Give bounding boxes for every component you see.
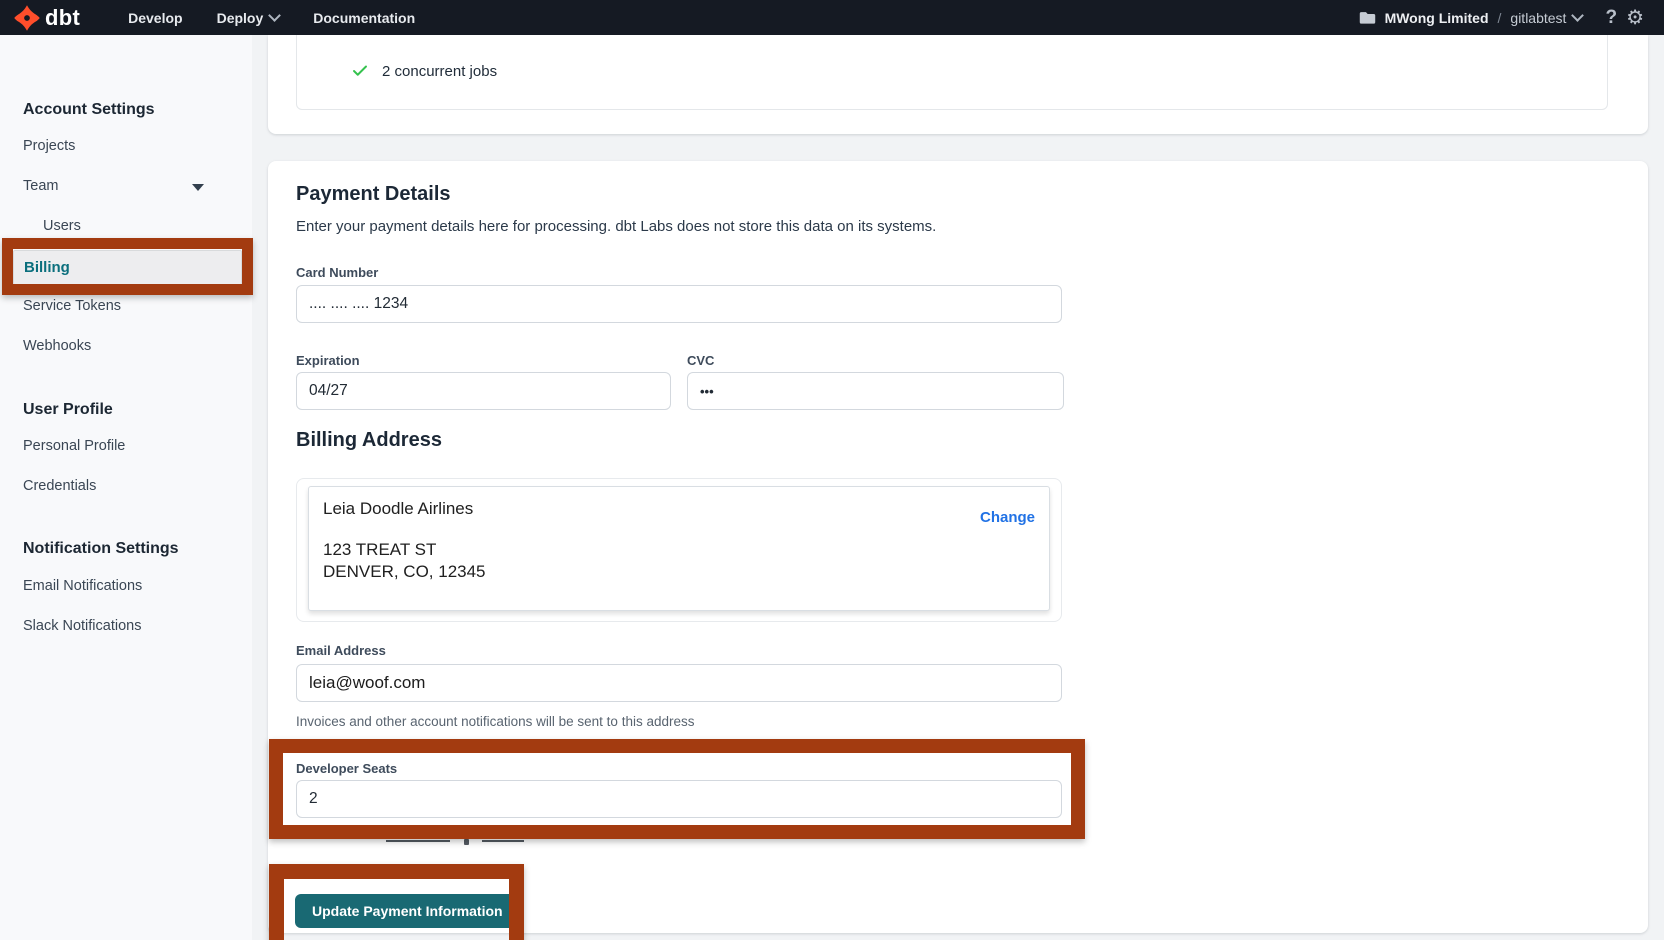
navbar-right: MWong Limited / gitlabtest ? ⚙ (1359, 8, 1664, 28)
occluded-text-fragment (482, 840, 524, 842)
sidebar-item-billing-label: Billing (24, 259, 70, 276)
nav-deploy[interactable]: Deploy (217, 10, 280, 26)
cvc-label: CVC (687, 353, 714, 368)
occluded-text-fragment (386, 840, 450, 842)
dbt-wordmark: dbt (45, 7, 80, 29)
plan-usage-card: You are currently using 1 seat 2 concurr… (268, 35, 1648, 134)
card-number-label: Card Number (296, 265, 378, 280)
dbt-logo[interactable]: dbt (0, 5, 92, 31)
dbt-logo-icon (14, 5, 40, 31)
email-address-input[interactable] (296, 664, 1062, 702)
email-help-text: Invoices and other account notifications… (296, 714, 694, 729)
update-payment-button[interactable]: Update Payment Information (295, 894, 520, 928)
sidebar-item-credentials[interactable]: Credentials (23, 478, 96, 498)
nav-documentation[interactable]: Documentation (313, 10, 415, 26)
billing-address-line2: DENVER, CO, 12345 (323, 561, 486, 583)
sidebar-item-email-notifications[interactable]: Email Notifications (23, 578, 142, 598)
billing-address-title: Billing Address (296, 429, 442, 452)
folder-icon (1359, 10, 1376, 25)
sidebar-item-billing-active[interactable]: Billing (13, 250, 242, 285)
billing-address-name: Leia Doodle Airlines (323, 499, 473, 519)
card-number-input[interactable] (296, 285, 1062, 323)
primary-nav: Develop Deploy Documentation (128, 10, 415, 26)
breadcrumb-separator: / (1498, 10, 1502, 26)
sidebar-heading-account-settings: Account Settings (23, 101, 155, 121)
sidebar-item-team[interactable]: Team (23, 178, 58, 198)
nav-documentation-label: Documentation (313, 10, 415, 26)
project-switcher[interactable]: gitlabtest (1510, 10, 1582, 26)
nav-develop-label: Develop (128, 10, 182, 26)
change-address-link[interactable]: Change (980, 509, 1035, 526)
help-icon[interactable]: ? (1605, 8, 1617, 27)
payment-details-title: Payment Details (296, 183, 451, 206)
developer-seats-input[interactable] (296, 780, 1062, 818)
top-navbar: dbt Develop Deploy Documentation (0, 0, 1664, 35)
developer-seats-label: Developer Seats (296, 761, 397, 776)
nav-deploy-label: Deploy (217, 10, 264, 26)
sidebar-item-projects[interactable]: Projects (23, 138, 75, 158)
settings-sidebar: Account Settings Projects Team Users Bil… (0, 35, 252, 940)
nav-develop[interactable]: Develop (128, 10, 182, 26)
sidebar-heading-user-profile: User Profile (23, 401, 113, 421)
concurrent-jobs-text: 2 concurrent jobs (382, 63, 497, 80)
sidebar-heading-notification-settings: Notification Settings (23, 540, 179, 560)
gear-icon[interactable]: ⚙ (1626, 8, 1644, 28)
plan-usage-inner-panel: You are currently using 1 seat 2 concurr… (296, 35, 1608, 110)
chevron-down-icon (1572, 9, 1585, 22)
account-switcher[interactable]: MWong Limited (1385, 10, 1489, 26)
billing-address-panel: Leia Doodle Airlines Change 123 TREAT ST… (296, 478, 1062, 622)
email-address-label: Email Address (296, 643, 386, 658)
caret-down-icon[interactable] (192, 184, 204, 191)
payment-details-card: Payment Details Enter your payment detai… (268, 161, 1648, 933)
sidebar-item-users[interactable]: Users (43, 218, 81, 238)
dbt-cloud-billing-page: dbt Develop Deploy Documentation (0, 0, 1664, 940)
sidebar-item-slack-notifications[interactable]: Slack Notifications (23, 618, 141, 638)
chevron-down-icon (268, 9, 281, 22)
cvc-input[interactable] (687, 372, 1064, 410)
occluded-text-fragment (464, 839, 469, 845)
expiration-label: Expiration (296, 353, 360, 368)
sidebar-item-webhooks[interactable]: Webhooks (23, 338, 91, 358)
navbar-left: dbt Develop Deploy Documentation (0, 0, 415, 35)
sidebar-item-personal-profile[interactable]: Personal Profile (23, 438, 125, 458)
billing-address-lines: 123 TREAT ST DENVER, CO, 12345 (323, 539, 486, 583)
billing-address-inner-panel: Leia Doodle Airlines Change 123 TREAT ST… (308, 486, 1050, 611)
expiration-input[interactable] (296, 372, 671, 410)
sidebar-item-service-tokens[interactable]: Service Tokens (23, 298, 121, 318)
billing-address-line1: 123 TREAT ST (323, 539, 486, 561)
project-name: gitlabtest (1510, 10, 1566, 26)
check-icon (351, 62, 369, 85)
payment-details-description: Enter your payment details here for proc… (296, 218, 936, 235)
